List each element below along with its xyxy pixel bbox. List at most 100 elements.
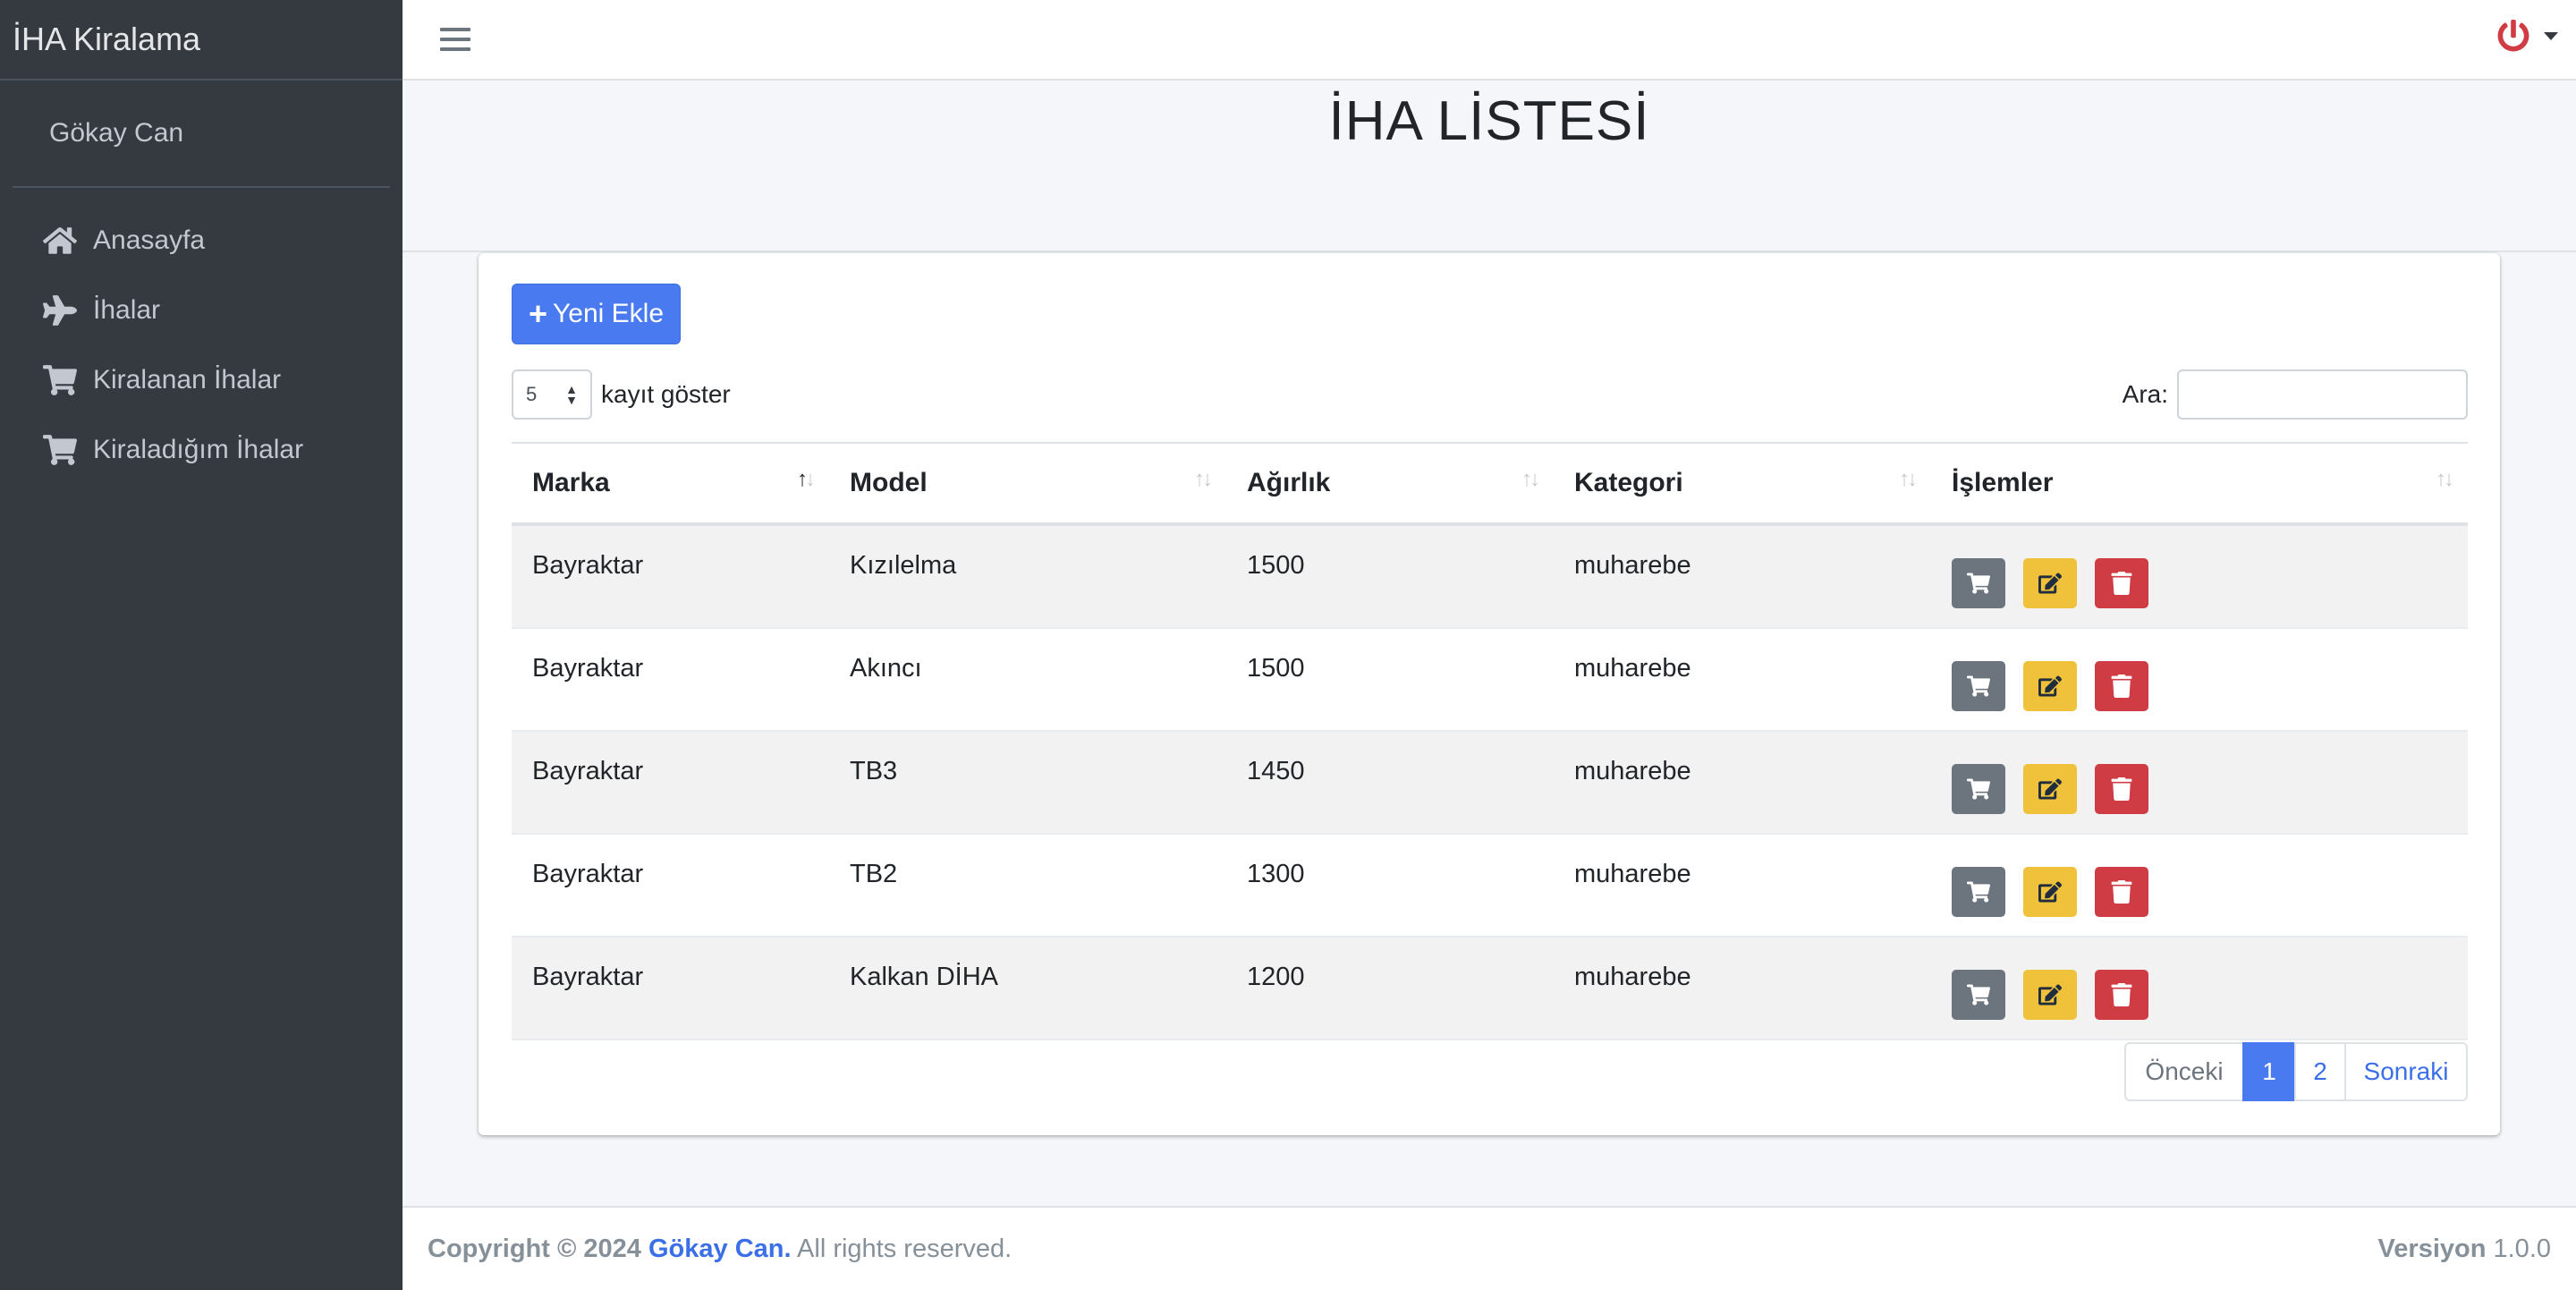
copyright-prefix: Copyright © 2024 (428, 1234, 641, 1263)
delete-button[interactable] (2095, 558, 2148, 608)
trash-icon (2110, 777, 2133, 801)
cell-actions (1931, 629, 2468, 730)
cell-model: TB3 (850, 757, 898, 785)
top-navbar (402, 0, 2576, 81)
column-header-model[interactable]: Model ↑↓ (829, 444, 1226, 522)
iha-list-card: + Yeni Ekle 5 ▲ ▼ kayıt göster Ara: Marka… (479, 253, 2500, 1135)
column-header-agirlik[interactable]: Ağırlık ↑↓ (1226, 444, 1554, 522)
trash-icon (2110, 675, 2133, 698)
table-row: Bayraktar Akıncı 1500 muharebe (512, 629, 2468, 732)
cell-actions (1931, 526, 2468, 627)
select-arrows-icon: ▲ ▼ (565, 382, 578, 407)
edit-button[interactable] (2023, 867, 2077, 917)
plane-icon (43, 293, 77, 327)
table-row: Bayraktar Kızılelma 1500 muharebe (512, 526, 2468, 629)
cell-actions (1931, 732, 2468, 833)
column-header-label: İşlemler (1952, 468, 2054, 497)
column-header-label: Marka (532, 468, 610, 497)
column-header-islemler[interactable]: İşlemler ↑↓ (1931, 444, 2468, 522)
edit-button[interactable] (2023, 970, 2077, 1020)
sidebar-item-ihalar[interactable]: İhalar (0, 276, 402, 345)
search-label: Ara: (2122, 380, 2168, 408)
cell-agirlik: 1200 (1247, 963, 1305, 991)
sort-icon: ↑↓ (1521, 467, 1540, 491)
chevron-down-icon[interactable] (2544, 32, 2558, 40)
column-header-label: Model (850, 468, 928, 497)
cell-kategori: muharebe (1574, 551, 1691, 580)
cell-kategori: muharebe (1574, 963, 1691, 991)
version-label: Versiyon (2377, 1234, 2487, 1263)
page-length-value: 5 (526, 383, 538, 405)
column-header-kategori[interactable]: Kategori ↑↓ (1554, 444, 1931, 522)
cell-marka: Bayraktar (532, 963, 644, 991)
delete-button[interactable] (2095, 764, 2148, 814)
cell-agirlik: 1450 (1247, 757, 1305, 785)
menu-toggle-icon[interactable] (440, 23, 470, 55)
trash-icon (2110, 572, 2133, 595)
sidebar-item-label: Kiralanan İhalar (93, 365, 282, 395)
pagination-page-2[interactable]: 2 (2294, 1042, 2346, 1101)
table-row: Bayraktar Kalkan DİHA 1200 muharebe (512, 938, 2468, 1040)
pagination: Önceki 1 2 Sonraki (2124, 1042, 2468, 1101)
pagination-prev[interactable]: Önceki (2124, 1042, 2244, 1101)
cart-icon (43, 433, 77, 467)
delete-button[interactable] (2095, 867, 2148, 917)
rent-button[interactable] (1952, 558, 2005, 608)
edit-button[interactable] (2023, 661, 2077, 711)
table-search: Ara: (2123, 369, 2468, 420)
page-title: İHA LİSTESİ (1328, 90, 1650, 152)
sidebar-item-kiraladigim-ihalar[interactable]: Kiraladığım İhalar (0, 415, 402, 485)
brand-link[interactable]: İHA Kiralama (0, 0, 402, 81)
cell-marka: Bayraktar (532, 654, 644, 683)
rent-button[interactable] (1952, 661, 2005, 711)
pagination-page-1[interactable]: 1 (2242, 1042, 2296, 1101)
delete-button[interactable] (2095, 970, 2148, 1020)
table-row: Bayraktar TB3 1450 muharebe (512, 732, 2468, 835)
sidebar-nav: Anasayfa İhalar Kiralanan İhalar Kiralad… (0, 188, 402, 485)
rights-text: All rights reserved. (797, 1234, 1013, 1263)
cart-icon (1967, 983, 1990, 1006)
user-name[interactable]: Gökay Can (49, 118, 183, 149)
power-icon[interactable] (2497, 20, 2529, 52)
cell-kategori: muharebe (1574, 654, 1691, 683)
edit-button[interactable] (2023, 764, 2077, 814)
rent-button[interactable] (1952, 764, 2005, 814)
edit-icon (2038, 777, 2062, 801)
cart-icon (1967, 777, 1990, 801)
rent-button[interactable] (1952, 970, 2005, 1020)
edit-button[interactable] (2023, 558, 2077, 608)
trash-icon (2110, 880, 2133, 904)
page-length-control: 5 ▲ ▼ kayıt göster (512, 369, 731, 420)
cart-icon (1967, 572, 1990, 595)
trash-icon (2110, 983, 2133, 1006)
divider (402, 250, 2576, 252)
pagination-next[interactable]: Sonraki (2344, 1042, 2468, 1101)
delete-button[interactable] (2095, 661, 2148, 711)
cell-agirlik: 1500 (1247, 551, 1305, 580)
sidebar: İHA Kiralama Gökay Can Anasayfa İhalar K… (0, 0, 402, 1290)
cart-icon (1967, 880, 1990, 904)
cell-actions (1931, 835, 2468, 936)
rent-button[interactable] (1952, 867, 2005, 917)
cell-model: Kızılelma (850, 551, 957, 580)
footer-version: Versiyon 1.0.0 (2378, 1235, 2551, 1264)
sidebar-item-kiralanan-ihalar[interactable]: Kiralanan İhalar (0, 345, 402, 415)
cell-marka: Bayraktar (532, 860, 644, 888)
author-link[interactable]: Gökay Can. (648, 1235, 792, 1263)
sidebar-item-label: Anasayfa (93, 225, 206, 255)
add-new-button[interactable]: + Yeni Ekle (512, 284, 681, 344)
footer: Copyright © 2024 Gökay Can. All rights r… (402, 1206, 2576, 1290)
footer-copyright: Copyright © 2024 Gökay Can. All rights r… (428, 1235, 1012, 1264)
cell-actions (1931, 938, 2468, 1039)
cart-icon (43, 363, 77, 397)
cell-model: TB2 (850, 860, 898, 888)
sidebar-item-anasayfa[interactable]: Anasayfa (0, 206, 402, 276)
page-length-select[interactable]: 5 ▲ ▼ (512, 369, 592, 420)
page-length-label: kayıt göster (601, 380, 731, 408)
user-panel: Gökay Can (13, 81, 390, 188)
iha-table: Marka ↑↓ Model ↑↓ Ağırlık ↑↓ Kategori ↑↓… (512, 442, 2468, 1040)
column-header-marka[interactable]: Marka ↑↓ (512, 444, 829, 522)
edit-icon (2038, 572, 2062, 595)
search-input[interactable] (2177, 369, 2468, 420)
cart-icon (1967, 675, 1990, 698)
